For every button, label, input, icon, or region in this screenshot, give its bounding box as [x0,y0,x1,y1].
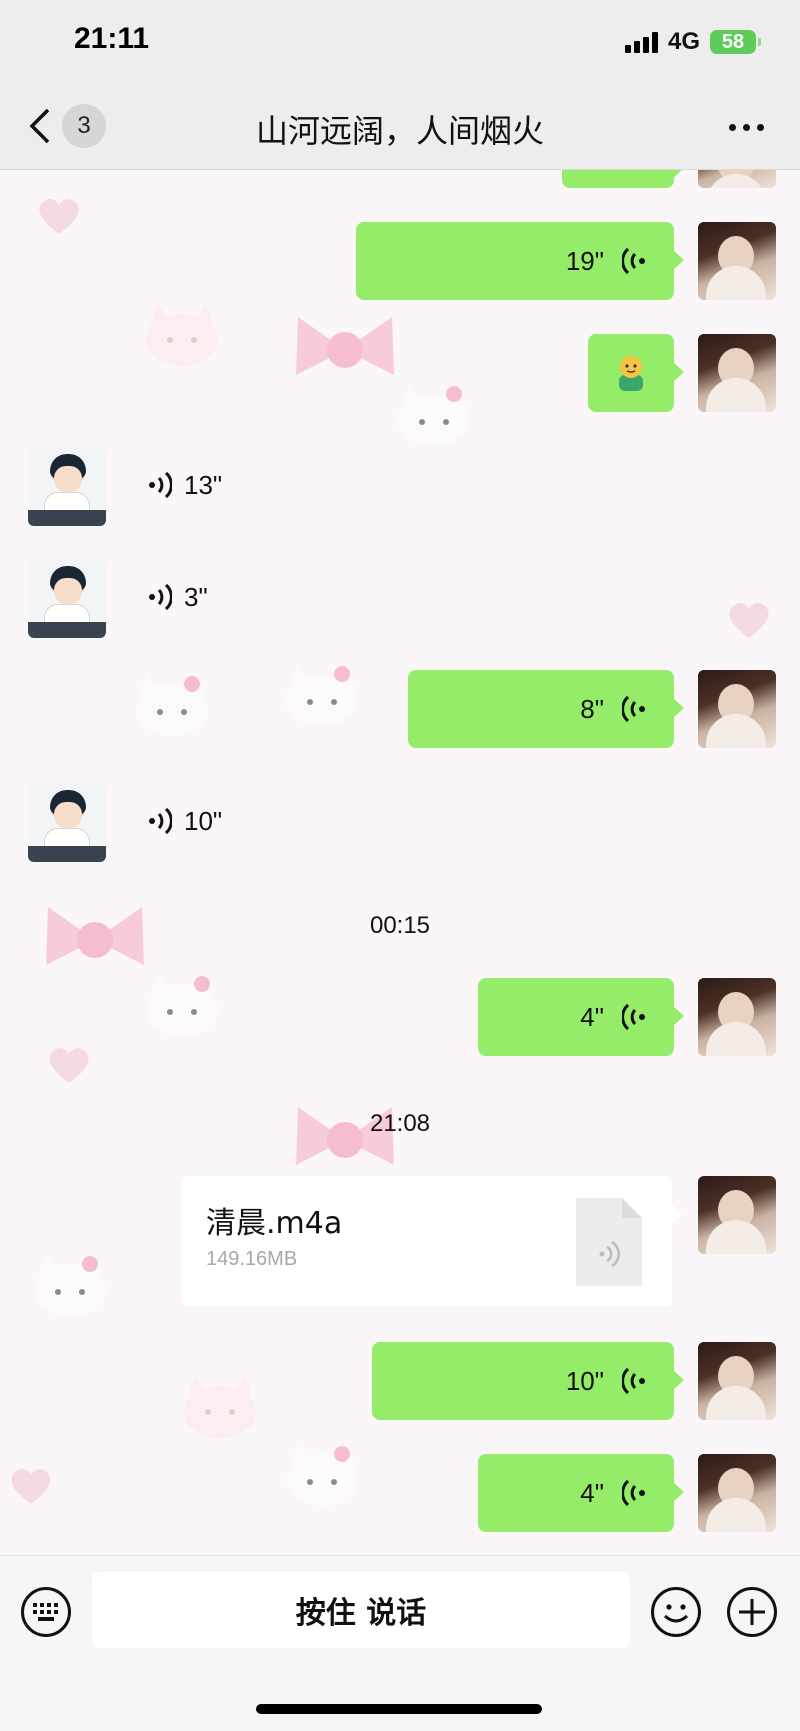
voice-wave-icon [622,695,645,723]
input-bar: 按住 说话 [0,1555,800,1731]
message-timestamp: 21:08 [369,1110,431,1137]
voice-wave-icon [149,471,172,499]
avatar[interactable] [28,560,106,638]
emoji-picker-icon[interactable] [650,1586,702,1638]
home-indicator [256,1704,542,1714]
voice-duration: 4" [580,1477,604,1508]
voice-wave-icon [622,247,645,275]
status-time: 21:11 [74,22,150,55]
voice-duration: 4" [580,1001,604,1032]
more-options-icon[interactable] [729,124,764,131]
voice-message-bubble[interactable]: 4" [478,978,684,1056]
avatar[interactable] [28,784,106,862]
avatar[interactable] [698,670,776,748]
voice-duration: 13" [184,469,223,500]
avatar[interactable] [698,1454,776,1532]
voice-wave-icon [622,1367,645,1395]
voice-duration: 10" [565,1365,604,1396]
voice-wave-icon [149,583,172,611]
chat-title: 山河远阔，人间烟火 [255,112,544,150]
file-name: 清晨.m4a [206,1206,343,1241]
voice-wave-icon [149,807,172,835]
voice-message-bubble[interactable]: 10" [372,1342,684,1420]
voice-message-bubble[interactable]: 19" [356,222,684,300]
avatar[interactable] [698,222,776,300]
avatar[interactable] [698,1176,776,1254]
file-size: 149.16MB [206,1248,298,1270]
emoji-message-bubble[interactable] [588,334,684,412]
battery-icon: 58 [710,30,761,54]
voice-message-bubble[interactable]: 8" [408,670,684,748]
avatar[interactable] [698,334,776,412]
message-list[interactable]: 19" 13" 3" 8" 10" 00:15 4" 21:08 清晨.m4a … [0,170,800,1555]
avatar[interactable] [28,448,106,526]
voice-duration: 8" [580,693,604,724]
file-message-card[interactable]: 清晨.m4a 149.16MB [182,1176,682,1306]
plus-icon[interactable] [726,1586,778,1638]
keyboard-icon[interactable] [20,1586,72,1638]
avatar[interactable] [698,978,776,1056]
voice-message-bubble[interactable]: 4" [478,1454,684,1532]
voice-duration: 10" [184,805,223,836]
message-timestamp: 00:15 [369,912,431,939]
voice-wave-icon [622,1479,645,1507]
avatar[interactable] [698,170,776,188]
status-icons: 4G 58 [624,28,761,56]
voice-message-bubble[interactable]: 3" [148,572,208,622]
voice-message-bubble[interactable]: 10" [148,796,222,846]
voice-message-bubble[interactable]: 13" [148,460,222,510]
hold-to-talk-button[interactable]: 按住 说话 [92,1572,630,1648]
emoji-icon [619,356,643,391]
voice-wave-icon [622,1003,645,1031]
signal-icon [624,31,658,53]
top-bar: 21:11 4G 58 3 山河远阔，人间烟火 [0,0,800,170]
voice-message-bubble[interactable] [562,170,684,188]
network-type: 4G [667,28,700,55]
voice-duration: 3" [184,581,208,612]
avatar[interactable] [698,1342,776,1420]
voice-duration: 19" [565,245,604,276]
audio-file-icon [576,1198,642,1286]
battery-level: 58 [721,30,745,53]
